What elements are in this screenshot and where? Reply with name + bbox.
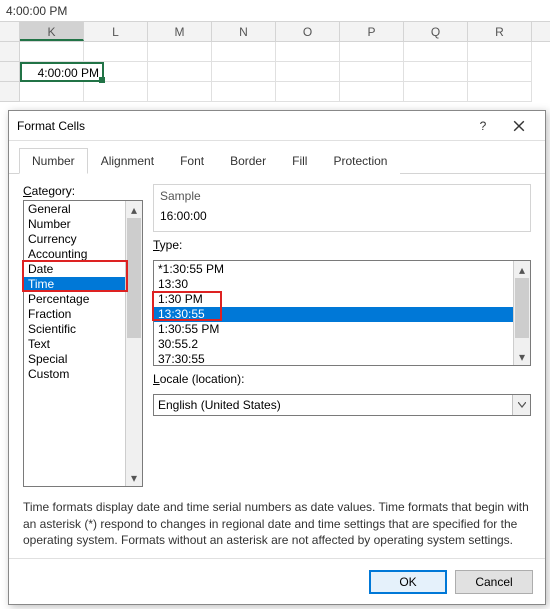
- dropdown-button[interactable]: [512, 395, 530, 415]
- column-header-M[interactable]: M: [148, 22, 212, 41]
- close-icon: [513, 120, 525, 132]
- category-item-fraction[interactable]: Fraction: [24, 307, 125, 322]
- format-note: Time formats display date and time seria…: [23, 499, 531, 548]
- category-listbox[interactable]: General Number Currency Accounting Date …: [23, 200, 143, 487]
- category-item-percentage[interactable]: Percentage: [24, 292, 125, 307]
- category-item-custom[interactable]: Custom: [24, 367, 125, 382]
- type-item[interactable]: 1:30 PM: [154, 292, 513, 307]
- category-item-special[interactable]: Special: [24, 352, 125, 367]
- column-header-K[interactable]: K: [20, 22, 84, 41]
- help-icon: ?: [480, 119, 487, 133]
- column-header-L[interactable]: L: [84, 22, 148, 41]
- type-item[interactable]: *1:30:55 PM: [154, 262, 513, 277]
- category-item-text[interactable]: Text: [24, 337, 125, 352]
- dialog-body: Category: General Number Currency Accoun…: [9, 174, 545, 558]
- active-cell-value: 4:00:00 PM: [38, 66, 99, 80]
- scroll-down-icon[interactable]: ▾: [126, 469, 142, 486]
- type-scrollbar[interactable]: ▴ ▾: [513, 261, 530, 365]
- chevron-down-icon: [518, 402, 526, 408]
- spreadsheet-grid[interactable]: 4:00:00 PM: [0, 42, 550, 112]
- type-item[interactable]: 13:30:55: [154, 307, 513, 322]
- help-button[interactable]: ?: [465, 112, 501, 140]
- formula-bar[interactable]: 4:00:00 PM: [0, 0, 550, 22]
- active-cell[interactable]: 4:00:00 PM: [20, 62, 104, 82]
- tab-fill[interactable]: Fill: [279, 148, 320, 174]
- category-item-general[interactable]: General: [24, 202, 125, 217]
- ok-button[interactable]: OK: [369, 570, 447, 594]
- tab-font[interactable]: Font: [167, 148, 217, 174]
- format-cells-dialog: Format Cells ? Number Alignment Font Bor…: [8, 110, 546, 605]
- category-item-date[interactable]: Date: [24, 262, 125, 277]
- tab-border[interactable]: Border: [217, 148, 279, 174]
- category-item-time[interactable]: Time: [24, 277, 125, 292]
- type-item[interactable]: 30:55.2: [154, 337, 513, 352]
- scroll-down-icon[interactable]: ▾: [514, 348, 530, 365]
- category-item-currency[interactable]: Currency: [24, 232, 125, 247]
- tab-alignment[interactable]: Alignment: [88, 148, 167, 174]
- column-header-N[interactable]: N: [212, 22, 276, 41]
- locale-value: English (United States): [158, 398, 281, 412]
- column-headers: K L M N O P Q R: [0, 22, 550, 42]
- sample-value: 16:00:00: [160, 209, 524, 223]
- type-item[interactable]: 13:30: [154, 277, 513, 292]
- scroll-up-icon[interactable]: ▴: [126, 201, 142, 218]
- column-header-O[interactable]: O: [276, 22, 340, 41]
- locale-label: Locale (location):: [153, 372, 531, 386]
- scroll-thumb[interactable]: [127, 218, 141, 338]
- category-item-number[interactable]: Number: [24, 217, 125, 232]
- formula-bar-value: 4:00:00 PM: [6, 4, 67, 18]
- column-header-R[interactable]: R: [468, 22, 532, 41]
- cancel-button[interactable]: Cancel: [455, 570, 533, 594]
- type-listbox[interactable]: *1:30:55 PM 13:30 1:30 PM 13:30:55 1:30:…: [153, 260, 531, 366]
- category-item-accounting[interactable]: Accounting: [24, 247, 125, 262]
- sample-groupbox: Sample 16:00:00: [153, 184, 531, 232]
- sample-label: Sample: [160, 189, 524, 203]
- dialog-title: Format Cells: [17, 119, 465, 133]
- dialog-tabs: Number Alignment Font Border Fill Protec…: [9, 141, 545, 174]
- scroll-thumb[interactable]: [515, 278, 529, 338]
- type-item[interactable]: 37:30:55: [154, 352, 513, 365]
- dialog-footer: OK Cancel: [9, 558, 545, 604]
- fill-handle[interactable]: [99, 77, 105, 83]
- type-item[interactable]: 1:30:55 PM: [154, 322, 513, 337]
- column-header-P[interactable]: P: [340, 22, 404, 41]
- locale-select[interactable]: English (United States): [153, 394, 531, 416]
- type-label: Type:: [153, 238, 531, 252]
- category-item-scientific[interactable]: Scientific: [24, 322, 125, 337]
- column-header-Q[interactable]: Q: [404, 22, 468, 41]
- tab-protection[interactable]: Protection: [320, 148, 400, 174]
- category-scrollbar[interactable]: ▴ ▾: [125, 201, 142, 486]
- tab-number[interactable]: Number: [19, 148, 88, 174]
- close-button[interactable]: [501, 112, 537, 140]
- scroll-up-icon[interactable]: ▴: [514, 261, 530, 278]
- category-label: Category:: [23, 184, 143, 198]
- header-corner: [0, 22, 20, 41]
- dialog-titlebar[interactable]: Format Cells ?: [9, 111, 545, 141]
